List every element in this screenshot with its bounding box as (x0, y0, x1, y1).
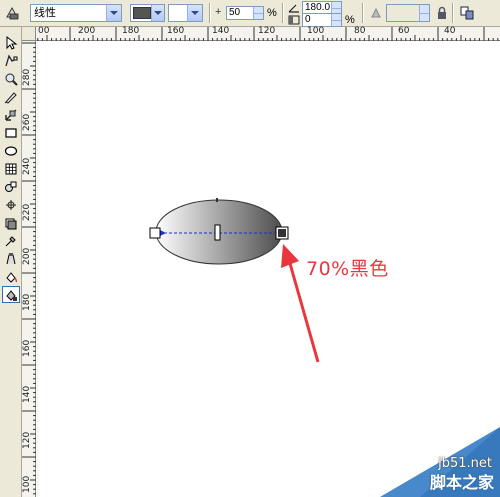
spin-buttons[interactable] (331, 14, 341, 26)
start-color-swatch (133, 7, 151, 19)
annotation-arrow-head (281, 244, 299, 268)
ruler-label: 00 (38, 26, 50, 36)
rectangle-tool-icon[interactable] (2, 124, 20, 141)
ruler-label: 80 (354, 26, 366, 36)
ellipse-top-node[interactable] (216, 198, 218, 202)
vertical-ruler-ticks (22, 42, 36, 495)
ruler-label: 120 (22, 431, 32, 449)
angle-icon (287, 2, 301, 14)
toolbar-separator (452, 3, 454, 23)
text-tool-icon[interactable] (2, 196, 20, 213)
steps-spinbox[interactable] (386, 4, 430, 22)
edge-pad-spinbox[interactable]: 0 (302, 13, 342, 27)
ruler-label: 180 (122, 26, 140, 36)
ruler-label: 140 (212, 26, 230, 36)
gradient-start-handle[interactable] (149, 227, 161, 239)
edge-pad-unit: % (345, 14, 355, 26)
eyedropper-tool-icon[interactable] (2, 232, 20, 249)
ruler-label: 100 (22, 475, 32, 493)
ruler-label: 120 (258, 26, 276, 36)
gradient-midpoint-slider[interactable] (214, 224, 221, 241)
outline-tool-icon[interactable] (2, 250, 20, 267)
smart-fill-tool-icon[interactable] (2, 106, 20, 123)
interactive-blend-tool-icon[interactable] (2, 214, 20, 231)
ruler-origin[interactable] (22, 27, 36, 41)
basic-shapes-tool-icon[interactable] (2, 178, 20, 195)
toolbox (0, 27, 22, 497)
freehand-tool-icon[interactable] (2, 88, 20, 105)
fill-presets-icon[interactable] (3, 4, 21, 22)
polygon-tool-icon[interactable] (2, 160, 20, 177)
fill-tool-icon[interactable] (2, 268, 20, 285)
fill-type-value: 线性 (34, 7, 56, 19)
drawing-canvas[interactable] (37, 42, 500, 497)
step-lock-icon[interactable] (367, 4, 385, 22)
copy-fill-properties-icon[interactable] (458, 4, 476, 22)
zoom-tool-icon[interactable] (2, 70, 20, 87)
midpoint-value: 50 (229, 7, 241, 18)
ruler-label: 260 (22, 113, 32, 131)
end-color-dropdown[interactable] (168, 4, 203, 22)
horizontal-ruler[interactable]: 00 200 180 160 140 120 100 80 60 40 (22, 27, 500, 41)
spin-buttons[interactable] (419, 5, 429, 21)
ruler-label: 200 (78, 26, 96, 36)
midpoint-unit: % (267, 7, 277, 19)
spin-buttons[interactable] (253, 7, 263, 19)
annotation-label: 70%黑色 (306, 258, 389, 280)
toolbar-separator (362, 3, 364, 23)
toolbar-separator (209, 3, 211, 23)
chevron-down-icon[interactable] (187, 5, 202, 21)
canvas-artwork (37, 42, 320, 497)
ruler-label: 200 (22, 247, 32, 265)
ruler-label: 40 (444, 26, 456, 36)
ruler-label: 240 (22, 157, 32, 175)
toolbar-separator (282, 3, 284, 23)
pick-tool-icon[interactable] (2, 34, 20, 51)
ruler-label: 160 (22, 339, 32, 357)
chevron-down-icon[interactable] (150, 5, 164, 21)
chevron-down-icon[interactable] (106, 5, 121, 21)
ruler-label: 160 (167, 26, 185, 36)
ruler-label: 220 (22, 203, 32, 221)
ellipse-tool-icon[interactable] (2, 142, 20, 159)
start-color-dropdown[interactable] (130, 4, 165, 22)
edge-pad-icon (287, 14, 301, 26)
fill-type-dropdown[interactable]: 线性 (30, 4, 122, 22)
ruler-label: 180 (22, 293, 32, 311)
edge-pad-value: 0 (305, 14, 311, 25)
midpoint-icon: + (215, 6, 222, 18)
property-bar: 线性 + 50 % 180.0 0 % (0, 0, 500, 27)
vertical-ruler[interactable]: 280 260 240 220 200 180 160 140 120 100 (22, 41, 36, 497)
interactive-fill-tool-icon[interactable] (2, 286, 20, 303)
ruler-label: 100 (307, 26, 325, 36)
shape-tool-icon[interactable] (2, 52, 20, 69)
lock-icon[interactable] (433, 4, 451, 22)
ruler-label: 60 (398, 26, 410, 36)
ruler-label: 140 (22, 385, 32, 403)
midpoint-spinbox[interactable]: 50 (226, 6, 264, 20)
ruler-label: 280 (22, 68, 32, 86)
gradient-end-color (278, 229, 286, 237)
